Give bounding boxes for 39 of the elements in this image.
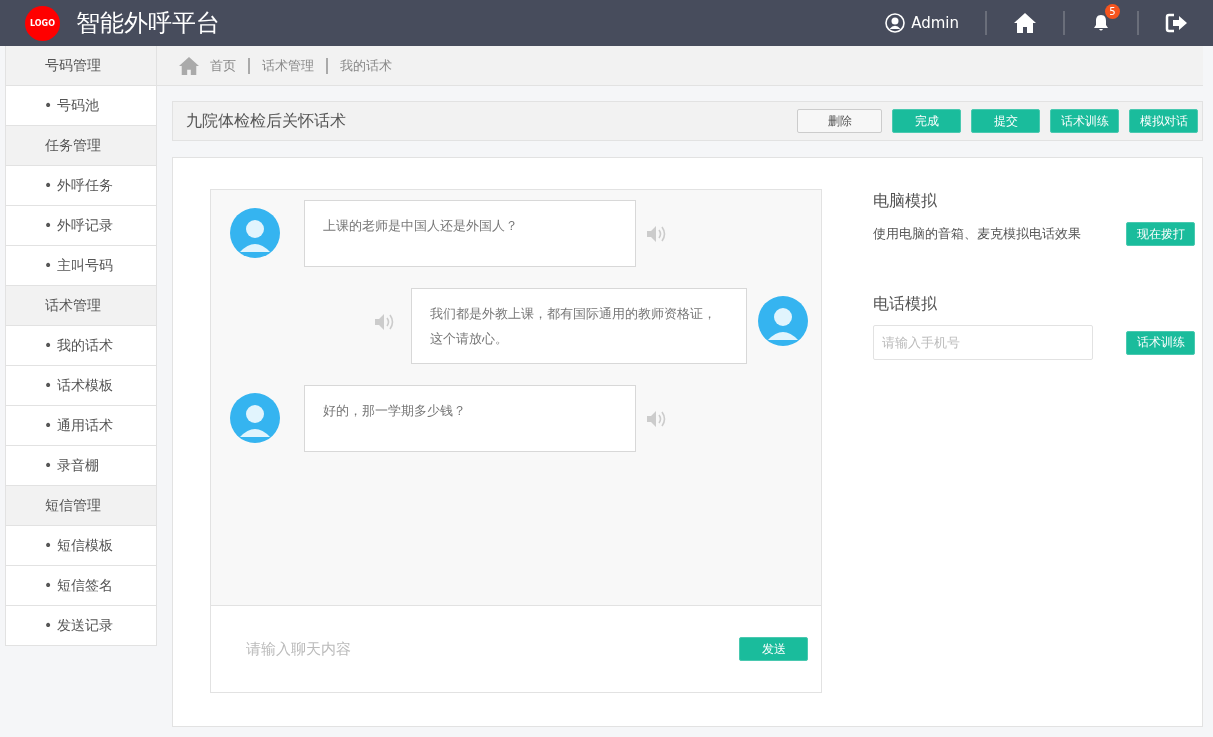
user-name: Admin — [911, 14, 959, 32]
notification-badge: 5 — [1105, 4, 1120, 19]
section-title: 电话模拟 — [873, 294, 938, 315]
chat-message: 我们都是外教上课，都有国际通用的教师资格证，这个请放心。 — [411, 288, 747, 364]
sidebar-item[interactable]: • 外呼任务 — [6, 166, 156, 206]
sidebar-item[interactable]: • 主叫号码 — [6, 246, 156, 286]
sidebar-group[interactable]: 话术管理 — [6, 286, 156, 326]
sidebar-item[interactable]: • 发送记录 — [6, 606, 156, 646]
sidebar-item[interactable]: • 我的话术 — [6, 326, 156, 366]
sidebar-item[interactable]: • 录音棚 — [6, 446, 156, 486]
logout-icon[interactable] — [1165, 12, 1189, 34]
user-menu[interactable]: Admin — [885, 13, 959, 33]
sidebar-item[interactable]: • 通用话术 — [6, 406, 156, 446]
sidebar-item[interactable]: • 短信签名 — [6, 566, 156, 606]
sidebar-item[interactable]: • 号码池 — [6, 86, 156, 126]
section-title: 电脑模拟 — [873, 191, 938, 212]
home-icon[interactable] — [1013, 12, 1037, 34]
sidebar-group[interactable]: 短信管理 — [6, 486, 156, 526]
sidebar-group[interactable]: 任务管理 — [6, 126, 156, 166]
sidebar-item[interactable]: • 短信模板 — [6, 526, 156, 566]
speaker-icon[interactable] — [645, 224, 667, 244]
user-icon — [885, 13, 906, 33]
script-title: 九院体检检后关怀话术 — [186, 110, 346, 132]
avatar-icon — [758, 296, 808, 346]
chat-message: 好的，那一学期多少钱？ — [304, 385, 636, 452]
phone-input[interactable]: 请输入手机号 — [873, 325, 1093, 360]
avatar-icon — [230, 393, 280, 443]
chat-message: 上课的老师是中国人还是外国人？ — [304, 200, 636, 267]
sidebar-item[interactable]: • 话术模板 — [6, 366, 156, 406]
app-title: 智能外呼平台 — [76, 8, 220, 39]
description-text: 使用电脑的音箱、麦克模拟电话效果 — [873, 225, 1081, 243]
logo: LOGO — [25, 5, 60, 41]
avatar-icon — [230, 208, 280, 258]
sidebar-item[interactable]: • 外呼记录 — [6, 206, 156, 246]
delete-button[interactable]: 删除 — [797, 109, 882, 133]
speaker-icon[interactable] — [645, 409, 667, 429]
bell-icon[interactable] — [1091, 13, 1111, 33]
speaker-icon[interactable] — [373, 312, 395, 332]
sidebar-group[interactable]: 号码管理 — [6, 46, 156, 86]
